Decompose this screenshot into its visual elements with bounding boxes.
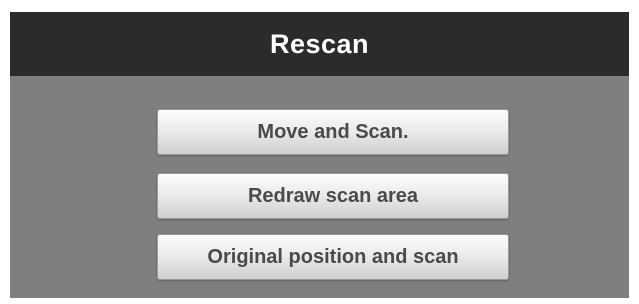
original-position-and-scan-button[interactable]: Original position and scan	[157, 234, 509, 280]
title-bar: Rescan	[10, 12, 629, 76]
move-and-scan-button[interactable]: Move and Scan.	[157, 109, 509, 155]
redraw-scan-area-button[interactable]: Redraw scan area	[157, 173, 509, 219]
dialog-title: Rescan	[269, 28, 370, 59]
rescan-dialog: Rescan Move and Scan. Redraw scan area O…	[10, 12, 629, 298]
